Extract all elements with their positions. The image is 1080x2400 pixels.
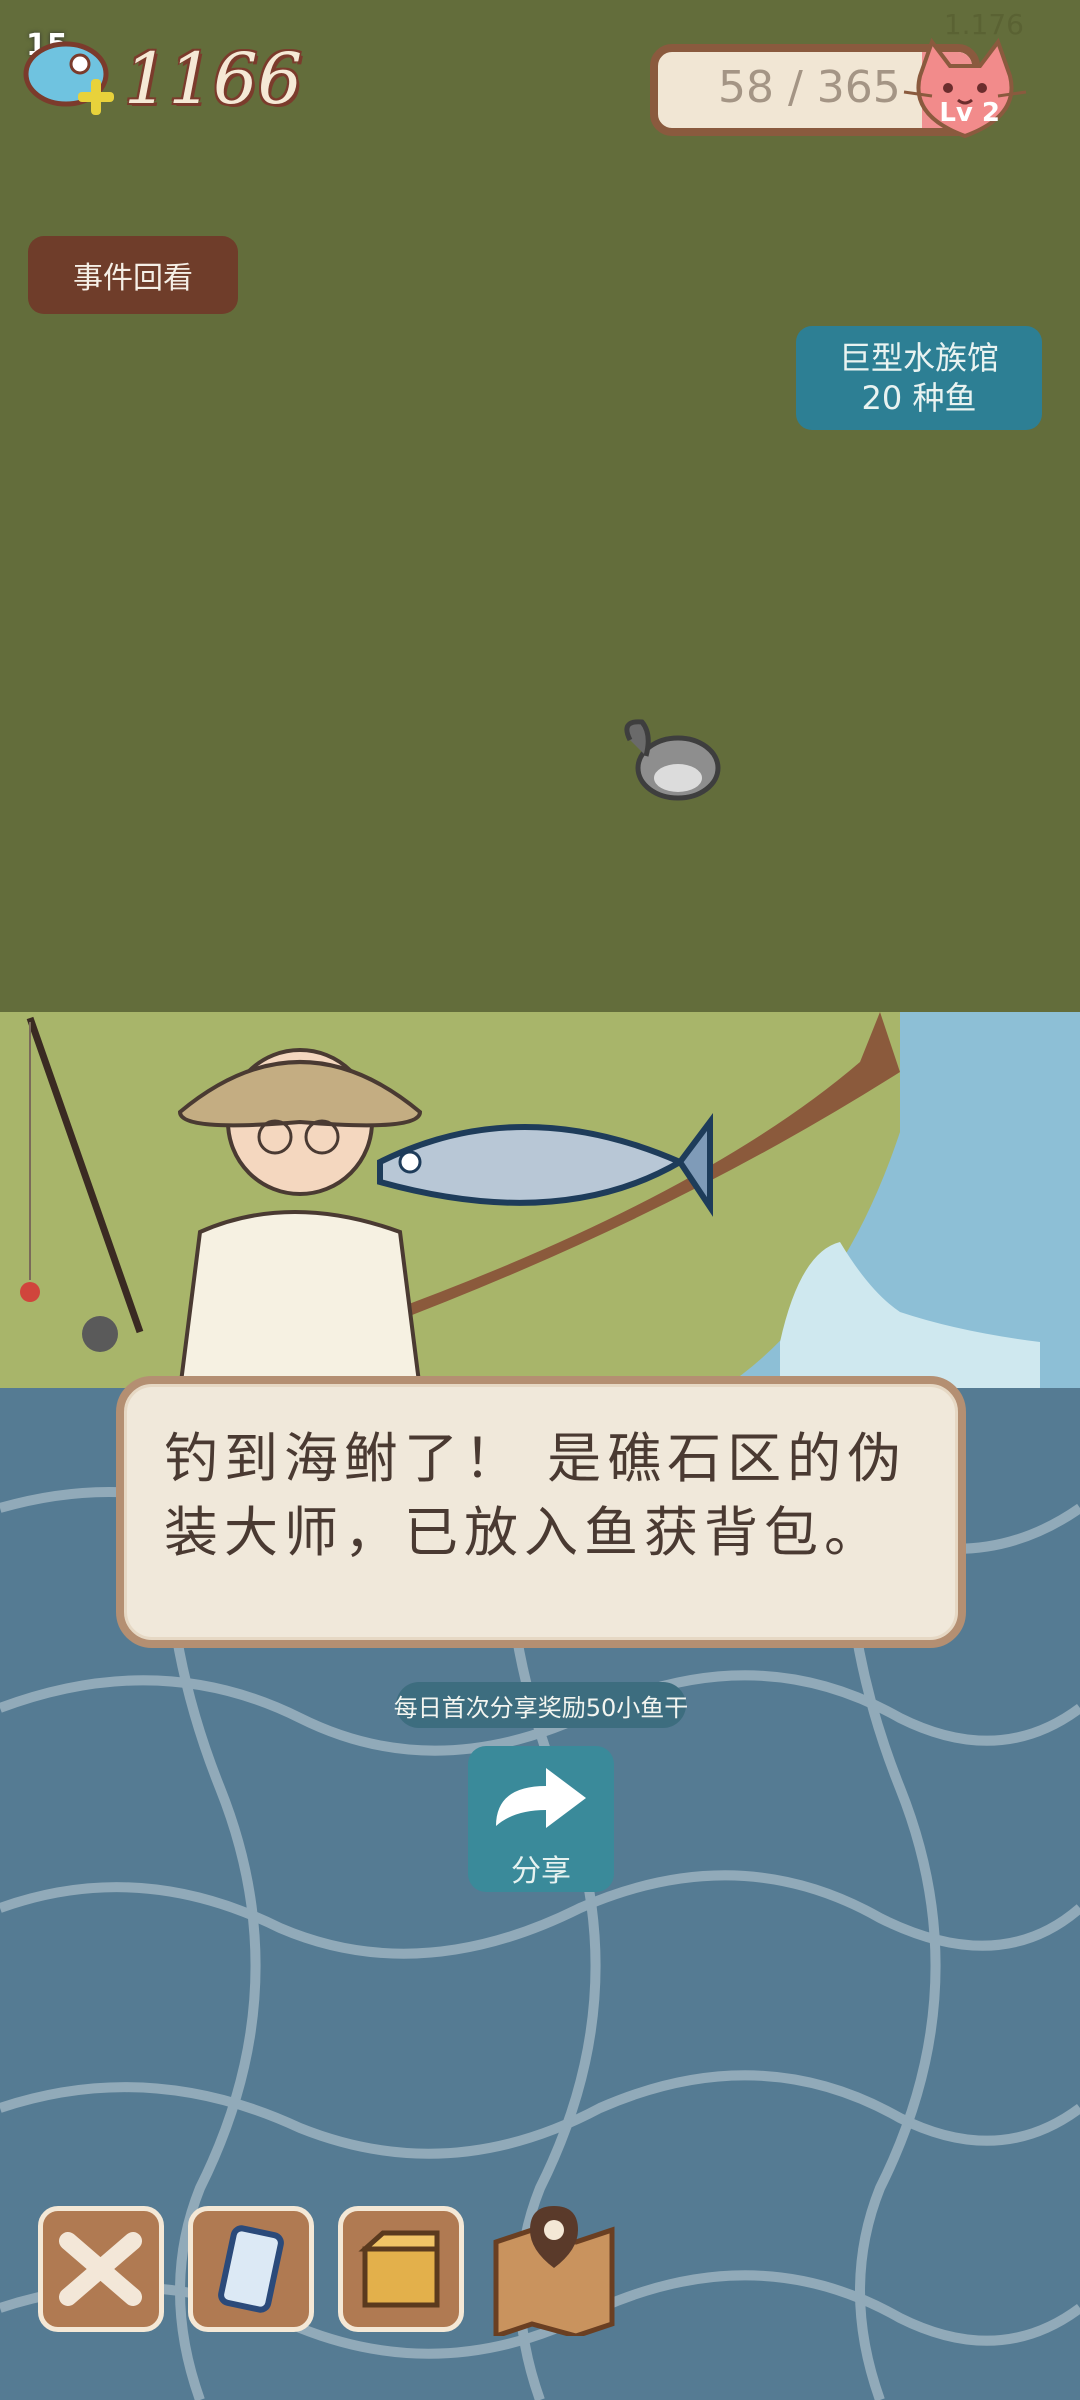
sleeping-cat-icon[interactable] [616,712,726,802]
crossed-tools-icon [59,2232,142,2306]
catch-message-dialog: 钓到海鲋了！ 是礁石区的伪 装大师，已放入鱼获背包。 [116,1376,966,1648]
dialog-line-1: 钓到海鲋了！ 是礁石区的伪 [164,1427,908,1490]
box-icon [358,2230,440,2308]
aquarium-count: 20 种鱼 [861,379,977,417]
cat-face-icon [903,37,1027,139]
dialog-line-2: 装大师，已放入鱼获背包。 [164,1501,884,1564]
share-arrow-icon [496,1768,586,1828]
map-icon[interactable] [488,2202,620,2336]
currency-display[interactable]: 1166 [18,34,302,124]
share-label: 分享 [511,1854,571,1889]
xp-text: 58 / 365 [718,62,901,113]
aquarium-title: 巨型水族馆 [838,339,999,377]
tools-button[interactable] [38,2206,164,2332]
share-reward-note: 每日首次分享奖励50小鱼干 [394,1682,688,1728]
phone-button[interactable] [188,2206,314,2332]
share-button[interactable]: 分享 [468,1746,614,1892]
experience-bar: 58 / 365 Lv 2 [650,37,1030,139]
phone-icon [218,2225,284,2313]
events-review-button[interactable]: 事件回看 [28,236,238,314]
currency-value: 1166 [124,38,303,120]
cat-level: Lv 2 [939,98,1000,128]
fishing-scene-illustration [0,1012,1080,1390]
box-button[interactable] [338,2206,464,2332]
top-area: 1.176 15 1166 58 / 365 Lv 2 事件回看 巨型水族馆 2… [0,0,1080,1012]
dried-fish-icon [23,41,114,115]
aquarium-button[interactable]: 巨型水族馆 20 种鱼 [796,326,1042,430]
